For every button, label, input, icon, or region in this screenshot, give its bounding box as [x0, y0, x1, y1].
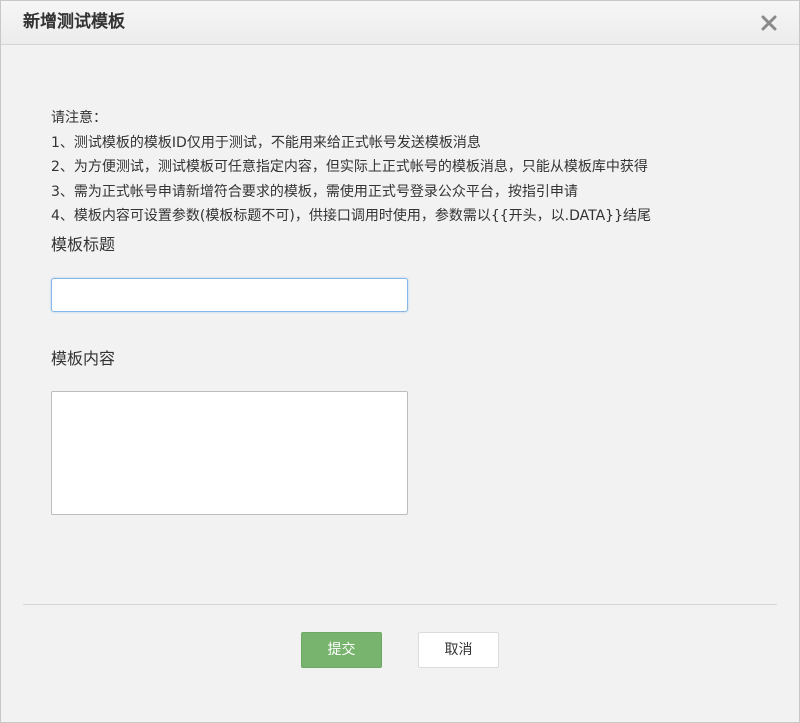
notice-block: 请注意： 1、测试模板的模板ID仅用于测试，不能用来给正式帐号发送模板消息 2、… [51, 106, 651, 229]
notice-line: 3、需为正式帐号申请新增符合要求的模板，需使用正式号登录公众平台，按指引申请 [51, 183, 578, 200]
template-content-label: 模板内容 [51, 349, 116, 368]
template-title-input[interactable] [51, 278, 408, 312]
dialog-title: 新增测试模板 [23, 12, 125, 32]
template-title-label: 模板标题 [51, 235, 116, 254]
notice-line: 1、测试模板的模板ID仅用于测试，不能用来给正式帐号发送模板消息 [51, 134, 481, 151]
cancel-button[interactable]: 取消 [418, 632, 499, 668]
notice-line: 4、模板内容可设置参数(模板标题不可)，供接口调用时使用，参数需以{{开头，以.… [51, 208, 651, 224]
notice-line: 2、为方便测试，测试模板可任意指定内容，但实际上正式帐号的模板消息，只能从模板库… [51, 159, 648, 175]
template-content-textarea[interactable] [51, 391, 408, 515]
close-icon[interactable] [759, 13, 779, 33]
footer-divider [23, 604, 777, 605]
submit-button[interactable]: 提交 [301, 632, 382, 668]
dialog-titlebar: 新增测试模板 [1, 1, 799, 45]
notice-heading: 请注意： [51, 110, 107, 126]
dialog: 新增测试模板 请注意： 1、测试模板的模板ID仅用于测试，不能用来给正式帐号发送… [0, 0, 800, 723]
